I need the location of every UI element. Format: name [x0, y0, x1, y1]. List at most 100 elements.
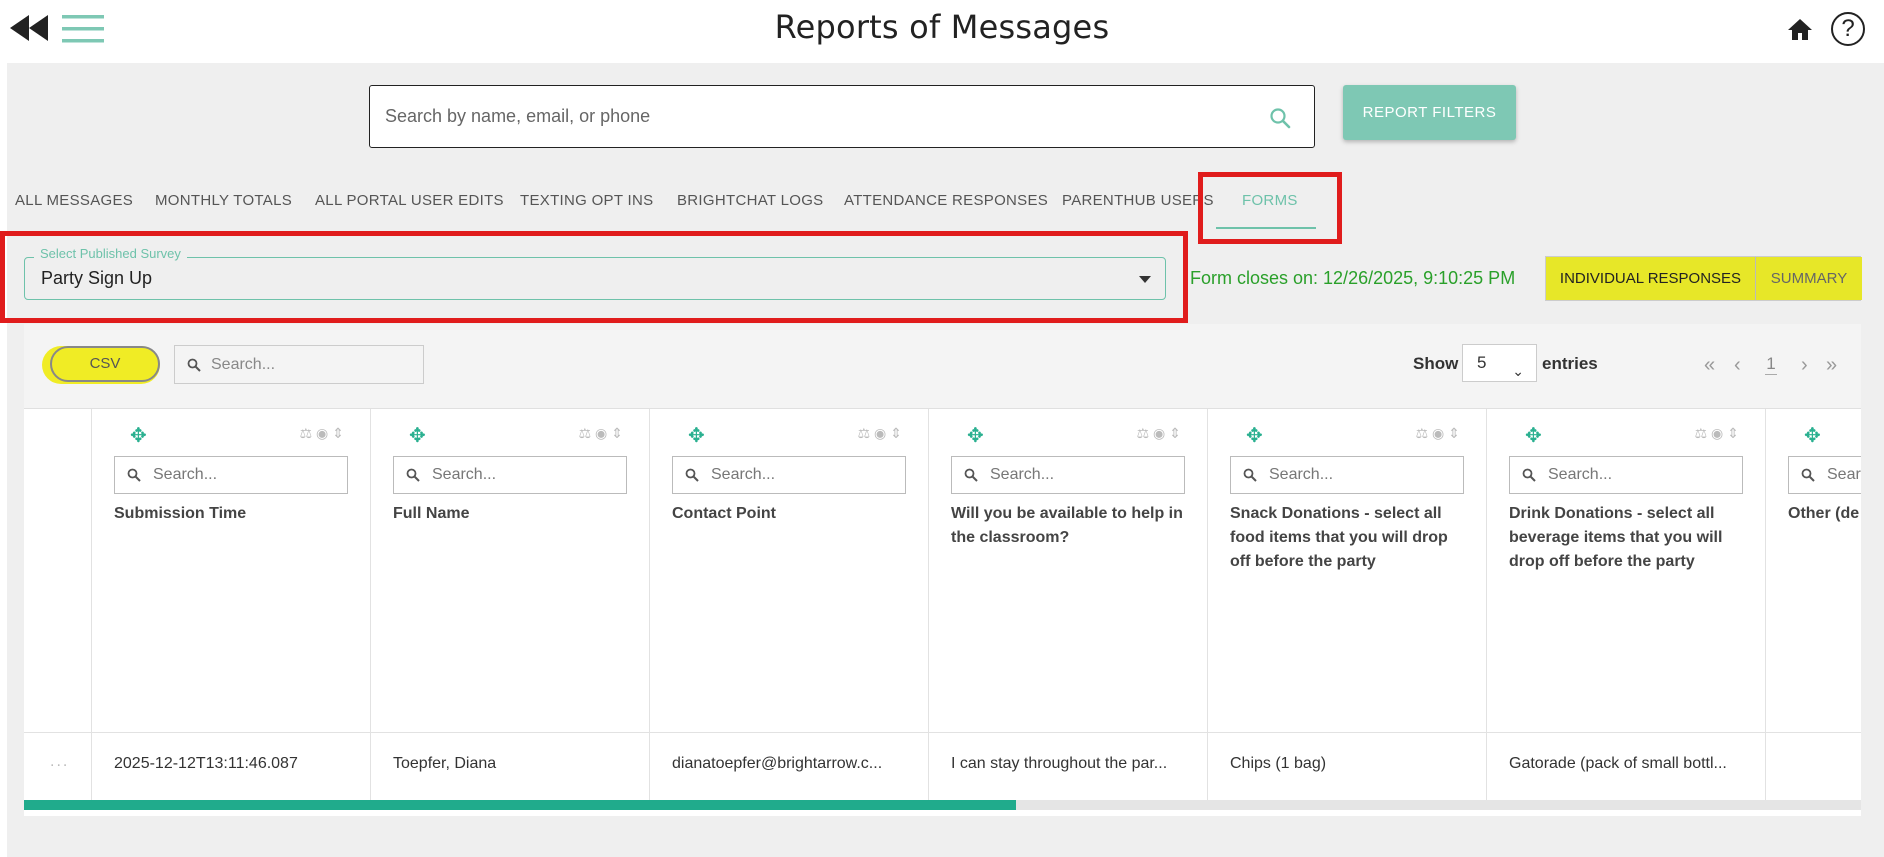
- column-other: ✥ Other (de: [1766, 409, 1861, 805]
- responses-grid: ... ✥ ⚖◉⇕ Submission Time 2025-12-12T13:…: [24, 408, 1861, 805]
- individual-responses-button[interactable]: INDIVIDUAL RESPONSES: [1546, 257, 1756, 300]
- column-title[interactable]: Other (de: [1788, 502, 1861, 526]
- table-search-input[interactable]: [211, 346, 411, 383]
- filter-icon[interactable]: ⚖: [299, 425, 316, 441]
- column-search-input[interactable]: [1269, 457, 1455, 493]
- responses-table-card: CSV Show 5 ⌄ entries « ‹ 1 › » ... ✥ ⚖◉⇕: [24, 324, 1861, 816]
- row-actions-column: ...: [24, 409, 92, 805]
- column-search-input[interactable]: [711, 457, 897, 493]
- column-header-icons: ✥ ⚖◉⇕: [1230, 423, 1464, 447]
- filter-icon[interactable]: ⚖: [1415, 425, 1432, 441]
- move-icon[interactable]: ✥: [130, 423, 147, 448]
- home-icon[interactable]: [1785, 15, 1815, 43]
- hide-icon[interactable]: ◉: [1432, 425, 1448, 441]
- summary-button[interactable]: SUMMARY: [1756, 257, 1862, 300]
- column-search-input[interactable]: [1548, 457, 1734, 493]
- column-search: [951, 456, 1185, 494]
- column-search-input[interactable]: [432, 457, 618, 493]
- search-icon[interactable]: [1268, 106, 1292, 130]
- filter-icon[interactable]: ⚖: [1694, 425, 1711, 441]
- current-page-number[interactable]: 1: [1765, 354, 1777, 375]
- table-cell: Gatorade (pack of small bottl...: [1509, 755, 1727, 772]
- column-title[interactable]: Drink Donations - select all beverage it…: [1509, 502, 1749, 574]
- sort-icon[interactable]: ⇕: [890, 425, 906, 441]
- tab-monthly-totals[interactable]: MONTHLY TOTALS: [155, 192, 292, 209]
- top-bar: Reports of Messages ?: [0, 0, 1884, 62]
- search-box: [369, 85, 1315, 148]
- report-tabs: ALL MESSAGES MONTHLY TOTALS ALL PORTAL U…: [0, 180, 1884, 220]
- survey-selected-value: Party Sign Up: [41, 268, 153, 288]
- table-toolbar: CSV Show 5 ⌄ entries « ‹ 1 › »: [24, 324, 1861, 409]
- page-title: Reports of Messages: [774, 8, 1110, 46]
- report-filters-button[interactable]: REPORT FILTERS: [1343, 85, 1516, 140]
- column-search: [393, 456, 627, 494]
- sort-icon[interactable]: ⇕: [1448, 425, 1464, 441]
- move-icon[interactable]: ✥: [688, 423, 705, 448]
- column-search-input[interactable]: [153, 457, 339, 493]
- column-title[interactable]: Full Name: [393, 502, 633, 526]
- column-header-icons: ✥ ⚖◉⇕: [393, 423, 627, 447]
- column-tools: ⚖◉⇕: [857, 425, 906, 442]
- move-icon[interactable]: ✥: [409, 423, 426, 448]
- row-more-icon[interactable]: ...: [50, 753, 69, 771]
- annotation-box-forms-tab: [1198, 172, 1342, 244]
- column-search: [672, 456, 906, 494]
- hide-icon[interactable]: ◉: [316, 425, 332, 441]
- row-divider: [24, 732, 1861, 733]
- column-search-input[interactable]: [1827, 457, 1861, 493]
- table-cell: Chips (1 bag): [1230, 755, 1327, 772]
- column-tools: ⚖◉⇕: [578, 425, 627, 442]
- sort-icon[interactable]: ⇕: [1727, 425, 1743, 441]
- tab-attendance-responses[interactable]: ATTENDANCE RESPONSES: [844, 192, 1048, 209]
- tab-parenthub-users[interactable]: PARENTHUB USERS: [1062, 192, 1214, 209]
- hide-icon[interactable]: ◉: [1153, 425, 1169, 441]
- column-contact-point: ✥ ⚖◉⇕ Contact Point dianatoepfer@brighta…: [650, 409, 929, 805]
- column-tools: ⚖◉⇕: [299, 425, 348, 442]
- scrollbar-thumb[interactable]: [24, 800, 1016, 810]
- csv-export-button[interactable]: CSV: [50, 346, 160, 382]
- chevron-down-icon: ⌄: [1512, 363, 1524, 379]
- column-title[interactable]: Snack Donations - select all food items …: [1230, 502, 1470, 574]
- next-page-icon[interactable]: ›: [1801, 354, 1808, 377]
- move-icon[interactable]: ✥: [1525, 423, 1542, 448]
- column-search: [1230, 456, 1464, 494]
- filter-icon[interactable]: ⚖: [578, 425, 595, 441]
- chevron-down-icon: [1139, 276, 1151, 283]
- sort-icon[interactable]: ⇕: [1169, 425, 1185, 441]
- tab-texting-opt-ins[interactable]: TEXTING OPT INS: [520, 192, 653, 209]
- search-icon: [964, 468, 978, 482]
- column-header-icons: ✥ ⚖◉⇕: [114, 423, 348, 447]
- last-page-icon[interactable]: »: [1826, 354, 1837, 377]
- tab-brightchat-logs[interactable]: BRIGHTCHAT LOGS: [677, 192, 823, 209]
- search-input[interactable]: [385, 86, 1265, 147]
- previous-page-icon[interactable]: ‹: [1734, 354, 1741, 377]
- sort-icon[interactable]: ⇕: [611, 425, 627, 441]
- column-drink-donations: ✥ ⚖◉⇕ Drink Donations - select all bever…: [1487, 409, 1766, 805]
- column-title[interactable]: Contact Point: [672, 502, 912, 526]
- sort-icon[interactable]: ⇕: [332, 425, 348, 441]
- column-snack-donations: ✥ ⚖◉⇕ Snack Donations - select all food …: [1208, 409, 1487, 805]
- horizontal-scrollbar[interactable]: [24, 800, 1861, 810]
- first-page-icon[interactable]: «: [1704, 354, 1715, 377]
- column-submission-time: ✥ ⚖◉⇕ Submission Time 2025-12-12T13:11:4…: [92, 409, 371, 805]
- column-search: [1509, 456, 1743, 494]
- column-title[interactable]: Will you be available to help in the cla…: [951, 502, 1191, 550]
- column-search-input[interactable]: [990, 457, 1176, 493]
- survey-select[interactable]: Party Sign Up: [24, 257, 1166, 300]
- hide-icon[interactable]: ◉: [874, 425, 890, 441]
- tab-all-messages[interactable]: ALL MESSAGES: [15, 192, 133, 209]
- table-cell: dianatoepfer@brightarrow.c...: [672, 755, 883, 772]
- filter-icon[interactable]: ⚖: [1136, 425, 1153, 441]
- column-title[interactable]: Submission Time: [114, 502, 354, 526]
- move-icon[interactable]: ✥: [967, 423, 984, 448]
- tab-all-portal-user-edits[interactable]: ALL PORTAL USER EDITS: [315, 192, 504, 209]
- column-tools: ⚖◉⇕: [1136, 425, 1185, 442]
- hide-icon[interactable]: ◉: [595, 425, 611, 441]
- filter-icon[interactable]: ⚖: [857, 425, 874, 441]
- move-icon[interactable]: ✥: [1246, 423, 1263, 448]
- page-size-select[interactable]: 5 ⌄: [1462, 344, 1537, 382]
- help-icon[interactable]: ?: [1831, 12, 1865, 46]
- move-icon[interactable]: ✥: [1804, 423, 1821, 448]
- search-icon: [1522, 468, 1536, 482]
- hide-icon[interactable]: ◉: [1711, 425, 1727, 441]
